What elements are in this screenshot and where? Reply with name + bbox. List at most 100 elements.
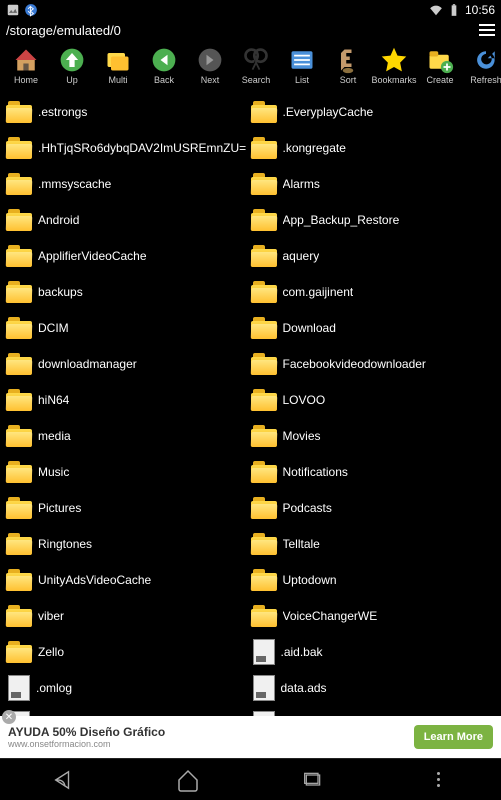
back-button[interactable]: Back bbox=[142, 46, 186, 85]
file-item[interactable]: .estrongs bbox=[6, 94, 251, 130]
folder-icon bbox=[251, 245, 277, 267]
toolbar: Home Up Multi Back NextSearchList Sort Bookmar… bbox=[0, 40, 501, 90]
file-item[interactable]: .mmsyscache bbox=[6, 166, 251, 202]
back-icon bbox=[150, 46, 178, 74]
home-nav-button[interactable] bbox=[163, 765, 213, 795]
file-name: Notifications bbox=[283, 465, 348, 479]
file-item[interactable]: .kongregate bbox=[251, 130, 496, 166]
file-name: Music bbox=[38, 465, 69, 479]
list-button[interactable]: List bbox=[280, 46, 324, 85]
file-name: Pictures bbox=[38, 501, 81, 515]
path-bar: /storage/emulated/0 bbox=[0, 20, 501, 40]
file-item[interactable]: Download bbox=[251, 310, 496, 346]
file-item[interactable]: Facebookvideodownloader bbox=[251, 346, 496, 382]
file-item[interactable]: ApplifierVideoCache bbox=[6, 238, 251, 274]
next-icon bbox=[196, 46, 224, 74]
file-name: Movies bbox=[283, 429, 321, 443]
file-name: ApplifierVideoCache bbox=[38, 249, 147, 263]
home-icon bbox=[12, 46, 40, 74]
overflow-nav-button[interactable] bbox=[413, 765, 463, 795]
create-button[interactable]: Create bbox=[418, 46, 462, 85]
file-item[interactable]: Telltale bbox=[251, 526, 496, 562]
toolbar-label: Sort bbox=[340, 75, 357, 85]
file-item[interactable]: .HhTjqSRo6dybqDAV2ImUSREmnZU= bbox=[6, 130, 251, 166]
file-item[interactable]: viber bbox=[6, 598, 251, 634]
file-item[interactable]: DCIM bbox=[6, 310, 251, 346]
folder-icon bbox=[6, 281, 32, 303]
file-item[interactable]: media bbox=[6, 418, 251, 454]
search-icon bbox=[242, 46, 270, 74]
file-item[interactable]: LOVOO bbox=[251, 382, 496, 418]
bookmarks-button[interactable]: Bookmarks bbox=[372, 46, 416, 85]
ad-title: AYUDA 50% Diseño Gráfico bbox=[8, 725, 165, 739]
ad-banner[interactable]: ✕ AYUDA 50% Diseño Gráfico www.onsetform… bbox=[0, 716, 501, 758]
folder-icon bbox=[6, 353, 32, 375]
folder-icon bbox=[251, 605, 277, 627]
file-name: aquery bbox=[283, 249, 320, 263]
file-name: hiN64 bbox=[38, 393, 69, 407]
file-item[interactable]: .EveryplayCache bbox=[251, 94, 496, 130]
clock: 10:56 bbox=[465, 3, 495, 17]
file-name: Alarms bbox=[283, 177, 320, 191]
file-name: .omlog bbox=[36, 681, 72, 695]
file-name: Zello bbox=[38, 645, 64, 659]
folder-icon bbox=[6, 605, 32, 627]
current-path: /storage/emulated/0 bbox=[6, 23, 121, 38]
up-button[interactable]: Up bbox=[50, 46, 94, 85]
recent-nav-button[interactable] bbox=[288, 765, 338, 795]
status-bar: 10:56 bbox=[0, 0, 501, 20]
file-item[interactable]: hiN64 bbox=[6, 382, 251, 418]
file-item[interactable]: downloadmanager bbox=[6, 346, 251, 382]
file-name: Facebookvideodownloader bbox=[283, 357, 426, 371]
file-item[interactable]: data.ads bbox=[251, 670, 496, 706]
folder-icon bbox=[251, 389, 277, 411]
folder-icon bbox=[251, 209, 277, 231]
home-button[interactable]: Home bbox=[4, 46, 48, 85]
file-item[interactable]: .aid.bak bbox=[251, 634, 496, 670]
file-icon bbox=[253, 639, 275, 665]
toolbar-label: Up bbox=[66, 75, 78, 85]
create-icon bbox=[426, 46, 454, 74]
file-item[interactable]: Android bbox=[6, 202, 251, 238]
toolbar-label: Multi bbox=[108, 75, 127, 85]
file-item[interactable]: Podcasts bbox=[251, 490, 496, 526]
search-button[interactable]: Search bbox=[234, 46, 278, 85]
folder-icon bbox=[251, 137, 277, 159]
file-item[interactable]: aquery bbox=[251, 238, 496, 274]
ad-cta-button[interactable]: Learn More bbox=[414, 725, 493, 749]
folder-icon bbox=[6, 533, 32, 555]
file-name: com.gaijinent bbox=[283, 285, 354, 299]
file-name: Ringtones bbox=[38, 537, 92, 551]
file-name: Podcasts bbox=[283, 501, 332, 515]
next-button[interactable]: Next bbox=[188, 46, 232, 85]
file-item[interactable]: .omlog bbox=[6, 670, 251, 706]
folder-icon bbox=[251, 533, 277, 555]
file-name: Telltale bbox=[283, 537, 320, 551]
sort-button[interactable]: Sort bbox=[326, 46, 370, 85]
file-item[interactable]: Ringtones bbox=[6, 526, 251, 562]
folder-icon bbox=[251, 281, 277, 303]
file-item[interactable]: Uptodown bbox=[251, 562, 496, 598]
file-item[interactable]: Pictures bbox=[6, 490, 251, 526]
file-item[interactable]: backups bbox=[6, 274, 251, 310]
file-item[interactable]: Movies bbox=[251, 418, 496, 454]
file-name: .mmsyscache bbox=[38, 177, 111, 191]
multi-button[interactable]: Multi bbox=[96, 46, 140, 85]
file-item[interactable]: App_Backup_Restore bbox=[251, 202, 496, 238]
back-nav-button[interactable] bbox=[38, 765, 88, 795]
file-item[interactable]: VoiceChangerWE bbox=[251, 598, 496, 634]
list-icon bbox=[288, 46, 316, 74]
file-item[interactable]: Zello bbox=[6, 634, 251, 670]
file-item[interactable]: Music bbox=[6, 454, 251, 490]
file-item[interactable]: UnityAdsVideoCache bbox=[6, 562, 251, 598]
file-item[interactable]: Alarms bbox=[251, 166, 496, 202]
file-name: DCIM bbox=[38, 321, 69, 335]
folder-icon bbox=[6, 317, 32, 339]
file-item[interactable]: Notifications bbox=[251, 454, 496, 490]
refresh-button[interactable]: Refresh bbox=[464, 46, 501, 85]
toolbar-label: Back bbox=[154, 75, 174, 85]
ad-close-button[interactable]: ✕ bbox=[2, 710, 16, 724]
menu-icon[interactable] bbox=[479, 24, 495, 36]
file-item[interactable]: com.gaijinent bbox=[251, 274, 496, 310]
folder-icon bbox=[6, 569, 32, 591]
